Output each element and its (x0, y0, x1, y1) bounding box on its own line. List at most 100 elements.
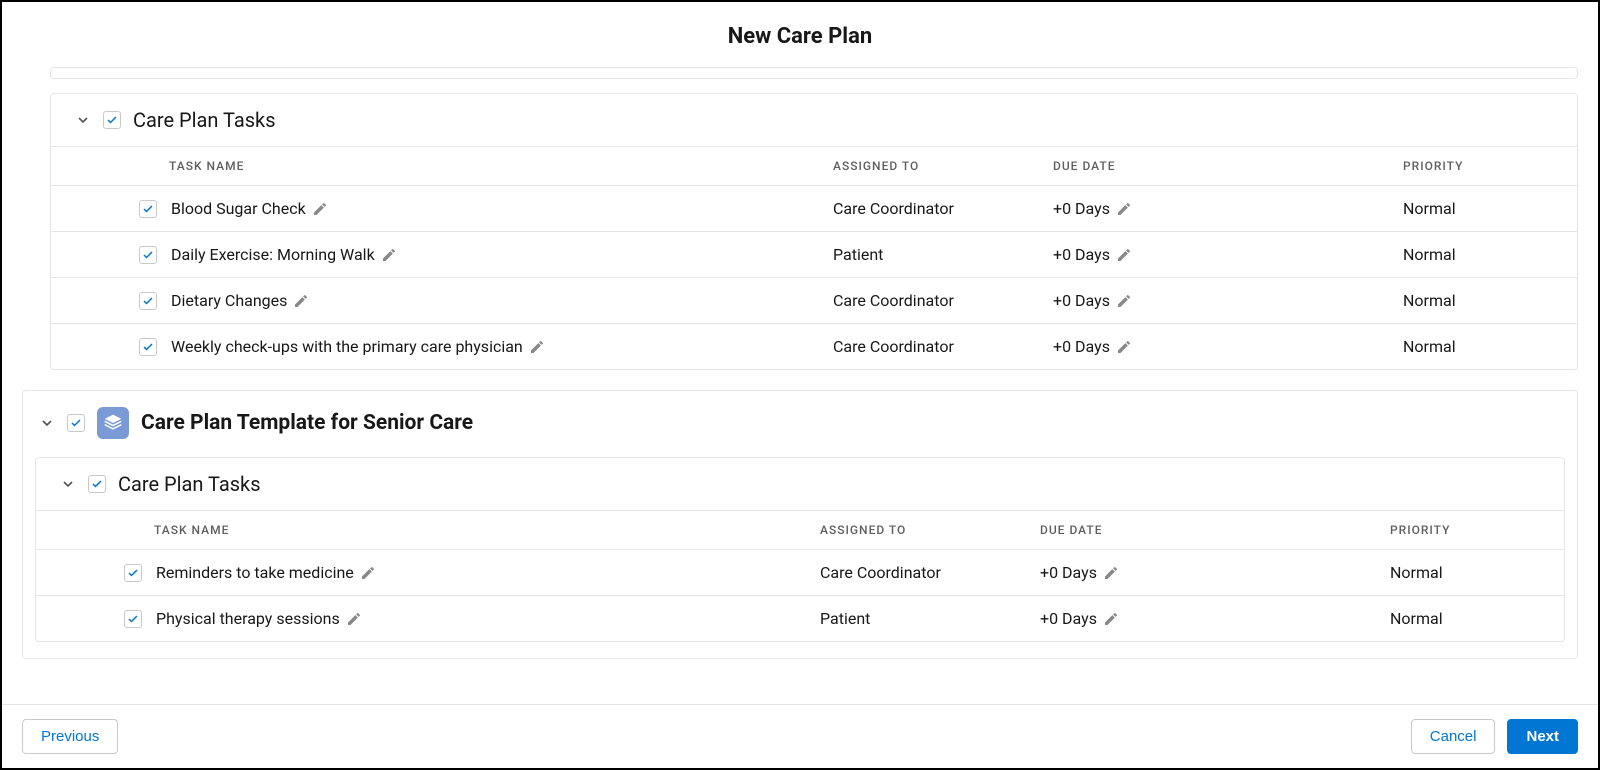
priority: Normal (1390, 563, 1540, 582)
assigned-to: Care Coordinator (833, 337, 1053, 356)
task-name: Blood Sugar Check (171, 199, 306, 218)
due-date-cell: +0 Days (1040, 563, 1390, 582)
care-plan-tasks-panel-2: Care Plan Tasks TASK NAME ASSIGNED TO DU… (35, 457, 1565, 642)
due-date: +0 Days (1053, 337, 1110, 356)
modal-footer: Previous Cancel Next (2, 704, 1598, 768)
task-name: Physical therapy sessions (156, 609, 340, 628)
footer-right: Cancel Next (1411, 719, 1578, 754)
col-priority: PRIORITY (1390, 523, 1540, 537)
pencil-icon[interactable] (1116, 293, 1132, 309)
priority: Normal (1403, 291, 1553, 310)
priority: Normal (1403, 337, 1553, 356)
pencil-icon[interactable] (312, 201, 328, 217)
assigned-to: Care Coordinator (833, 291, 1053, 310)
due-date: +0 Days (1053, 199, 1110, 218)
group-title: Care Plan Template for Senior Care (141, 411, 473, 435)
care-plan-tasks-panel-1: Care Plan Tasks TASK NAME ASSIGNED TO DU… (50, 93, 1578, 370)
modal-body[interactable]: Care Plan Tasks TASK NAME ASSIGNED TO DU… (2, 67, 1598, 704)
section-checkbox[interactable] (103, 111, 121, 129)
table-row: Weekly check-ups with the primary care p… (51, 324, 1577, 369)
due-date-cell: +0 Days (1053, 199, 1403, 218)
table-header: TASK NAME ASSIGNED TO DUE DATE PRIORITY (51, 146, 1577, 186)
priority: Normal (1403, 199, 1553, 218)
group-checkbox[interactable] (67, 414, 85, 432)
pencil-icon[interactable] (529, 339, 545, 355)
task-name-cell: Blood Sugar Check (75, 199, 833, 218)
col-due-date: DUE DATE (1040, 523, 1390, 537)
pencil-icon[interactable] (1116, 339, 1132, 355)
row-checkbox[interactable] (139, 292, 157, 310)
group-inner: Care Plan Tasks TASK NAME ASSIGNED TO DU… (23, 457, 1577, 658)
chevron-down-icon[interactable] (75, 112, 91, 128)
task-name-cell: Weekly check-ups with the primary care p… (75, 337, 833, 356)
pencil-icon[interactable] (360, 565, 376, 581)
pencil-icon[interactable] (1103, 611, 1119, 627)
col-priority: PRIORITY (1403, 159, 1553, 173)
due-date: +0 Days (1040, 609, 1097, 628)
table-row-wrap: Dietary Changes Care Coordinator+0 Days No… (51, 277, 1577, 323)
row-checkbox[interactable] (124, 610, 142, 628)
pencil-icon[interactable] (1116, 201, 1132, 217)
pencil-icon[interactable] (381, 247, 397, 263)
care-plan-template-group: Care Plan Template for Senior Care Care … (22, 390, 1578, 659)
table-row: Reminders to take medicineCare Coordinat… (36, 550, 1564, 595)
task-name: Weekly check-ups with the primary care p… (171, 337, 523, 356)
row-checkbox[interactable] (139, 200, 157, 218)
task-name: Dietary Changes (171, 291, 287, 310)
section-checkbox[interactable] (88, 475, 106, 493)
panel-preceding-body (51, 68, 1577, 78)
col-task-name: TASK NAME (60, 523, 820, 537)
table-row-wrap: Daily Exercise: Morning Walk Patient+0 Da… (51, 231, 1577, 277)
due-date: +0 Days (1040, 563, 1097, 582)
assigned-to: Patient (820, 609, 1040, 628)
due-date-cell: +0 Days (1040, 609, 1390, 628)
panel-preceding-partial (50, 67, 1578, 79)
pencil-icon[interactable] (1103, 565, 1119, 581)
table-body: Blood Sugar CheckCare Coordinator+0 Days… (51, 186, 1577, 369)
pencil-icon[interactable] (293, 293, 309, 309)
modal-header: New Care Plan (2, 2, 1598, 67)
table-body: Reminders to take medicineCare Coordinat… (36, 550, 1564, 641)
task-name-cell: Dietary Changes (75, 291, 833, 310)
modal-window: New Care Plan Care Plan Tasks TASK NAME … (0, 0, 1600, 770)
group-header: Care Plan Template for Senior Care (23, 391, 1577, 457)
priority: Normal (1403, 245, 1553, 264)
task-name: Daily Exercise: Morning Walk (171, 245, 375, 264)
pencil-icon[interactable] (1116, 247, 1132, 263)
chevron-down-icon[interactable] (39, 415, 55, 431)
section-header: Care Plan Tasks (51, 94, 1577, 146)
table-row-wrap: Weekly check-ups with the primary care p… (51, 323, 1577, 369)
table-row-wrap: Blood Sugar Check Care Coordinator+0 Days… (51, 186, 1577, 231)
col-task-name: TASK NAME (75, 159, 833, 173)
previous-button[interactable]: Previous (22, 719, 118, 754)
pencil-icon[interactable] (346, 611, 362, 627)
due-date: +0 Days (1053, 291, 1110, 310)
cancel-button[interactable]: Cancel (1411, 719, 1496, 754)
section-header: Care Plan Tasks (36, 458, 1564, 510)
assigned-to: Care Coordinator (833, 199, 1053, 218)
table-row: Physical therapy sessions Patient+0 Days N… (36, 596, 1564, 641)
row-checkbox[interactable] (124, 564, 142, 582)
chevron-down-icon[interactable] (60, 476, 76, 492)
task-name-cell: Reminders to take medicine (60, 563, 820, 582)
page-title: New Care Plan (2, 24, 1598, 49)
due-date-cell: +0 Days (1053, 245, 1403, 264)
section-title: Care Plan Tasks (118, 472, 261, 496)
task-name: Reminders to take medicine (156, 563, 354, 582)
table-row-wrap: Physical therapy sessions Patient+0 Days N… (36, 595, 1564, 641)
table-row: Dietary Changes Care Coordinator+0 Days No… (51, 278, 1577, 323)
section-title: Care Plan Tasks (133, 108, 276, 132)
row-checkbox[interactable] (139, 338, 157, 356)
layers-icon (97, 407, 129, 439)
due-date: +0 Days (1053, 245, 1110, 264)
task-name-cell: Physical therapy sessions (60, 609, 820, 628)
row-checkbox[interactable] (139, 246, 157, 264)
due-date-cell: +0 Days (1053, 291, 1403, 310)
table-row: Daily Exercise: Morning Walk Patient+0 Da… (51, 232, 1577, 277)
col-assigned-to: ASSIGNED TO (820, 523, 1040, 537)
table-row: Blood Sugar Check Care Coordinator+0 Days… (51, 186, 1577, 231)
assigned-to: Patient (833, 245, 1053, 264)
priority: Normal (1390, 609, 1540, 628)
due-date-cell: +0 Days (1053, 337, 1403, 356)
next-button[interactable]: Next (1507, 719, 1578, 754)
